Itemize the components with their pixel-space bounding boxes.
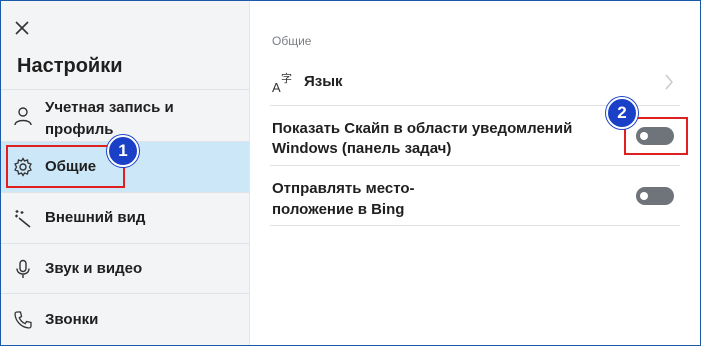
chevron-right-icon: [664, 73, 674, 96]
settings-content: Общие A 字 Язык Показать Скайп в области …: [250, 1, 700, 345]
magic-wand-icon: [12, 207, 34, 229]
sidebar-item-calls[interactable]: Звонки: [1, 293, 249, 345]
svg-text:字: 字: [281, 71, 292, 85]
sidebar-item-label: Учетная запись и: [45, 99, 174, 116]
sidebar-item-account[interactable]: Учетная запись и профиль: [1, 89, 249, 141]
location-toggle[interactable]: [636, 187, 674, 205]
close-button[interactable]: [11, 17, 33, 39]
sidebar-item-label: Звук и видео: [45, 260, 143, 277]
sidebar-title: Настройки: [17, 55, 123, 77]
phone-icon: [12, 309, 34, 331]
sidebar-item-label: Внешний вид: [45, 209, 146, 226]
step-badge-1: 1: [107, 135, 139, 167]
language-label: Язык: [304, 73, 343, 90]
sidebar-item-label: Звонки: [45, 311, 99, 328]
microphone-icon: [12, 258, 34, 280]
language-icon: A 字: [272, 69, 296, 95]
sidebar-item-label: профиль: [45, 121, 114, 138]
setting-label: Отправлять место-: [272, 180, 415, 197]
setting-label: Показать Скайп в области уведомлений: [272, 120, 573, 137]
sidebar-item-audio-video[interactable]: Звук и видео: [1, 243, 249, 293]
setting-label: Windows (панель задач): [272, 140, 452, 157]
section-title: Общие: [272, 34, 312, 48]
sidebar-item-appearance[interactable]: Внешний вид: [1, 192, 249, 243]
step-badge-2: 2: [606, 97, 638, 129]
svg-text:A: A: [272, 80, 281, 95]
location-setting-row: Отправлять место- положение в Bing: [270, 166, 680, 226]
toggle-knob: [640, 192, 648, 200]
close-icon: [15, 21, 29, 35]
person-icon: [12, 105, 34, 127]
setting-label: положение в Bing: [272, 201, 405, 218]
